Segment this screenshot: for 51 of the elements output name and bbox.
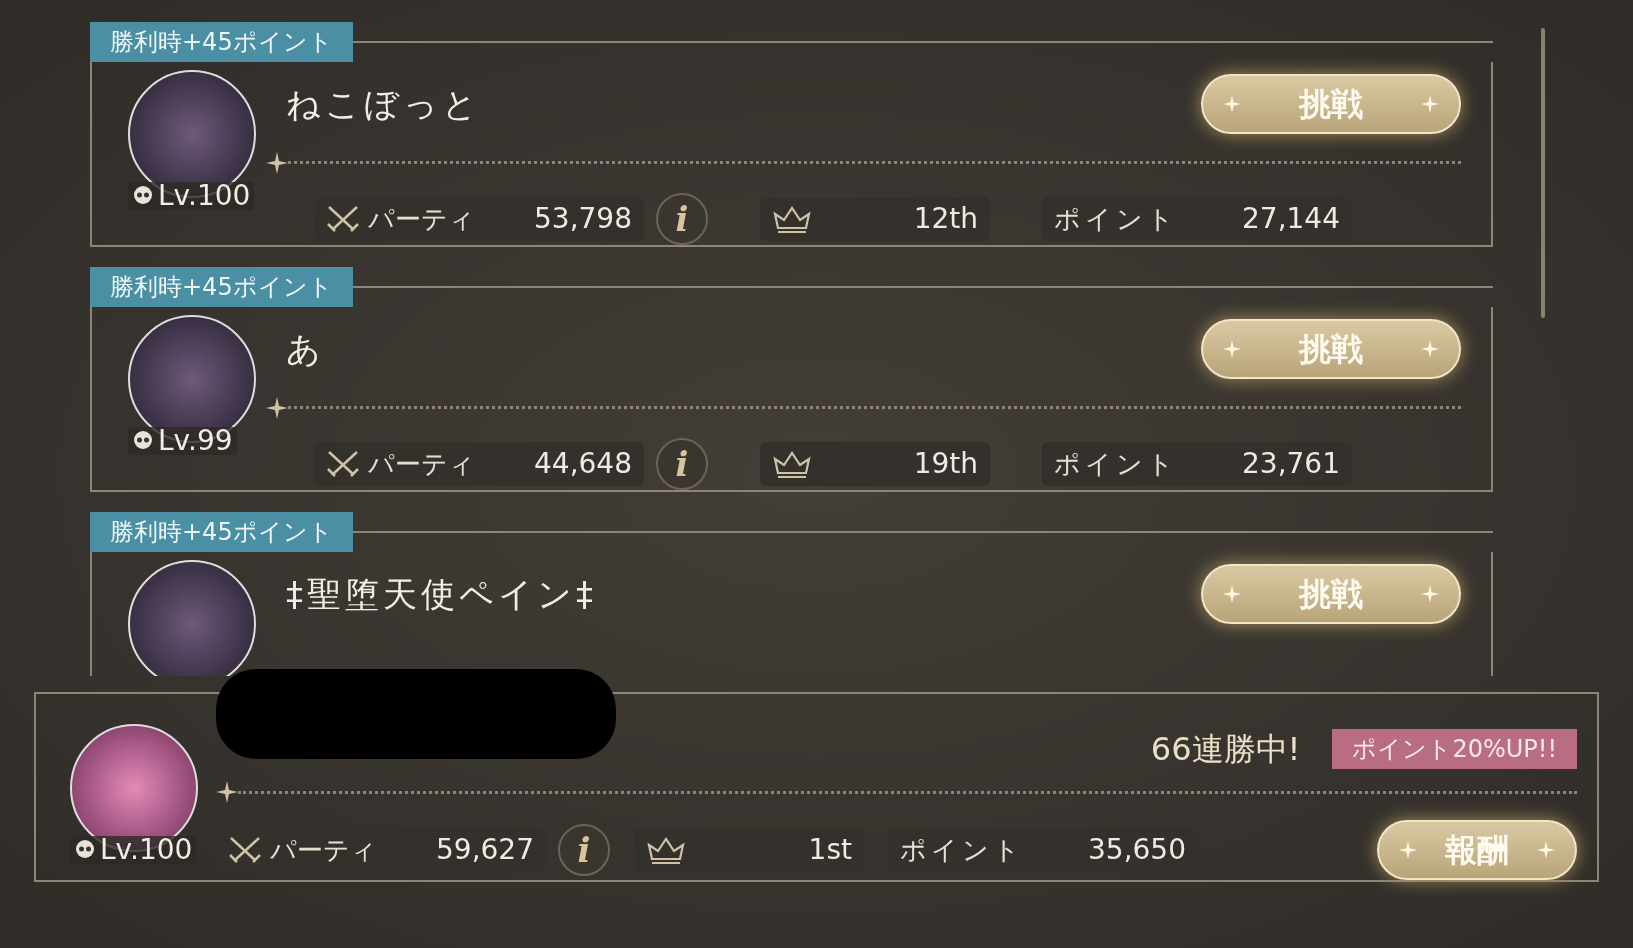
action-button[interactable]: 挑戦 [1201, 74, 1461, 134]
party-label: パーティ [368, 447, 475, 481]
sparkle-icon [1537, 841, 1555, 859]
party-power: 53,798 [534, 201, 632, 237]
player-name: ねこぼっと [286, 82, 481, 126]
skull-icon [74, 839, 96, 861]
scrollbar[interactable] [1541, 28, 1545, 318]
party-label: パーティ [368, 202, 475, 236]
sparkle-icon [1421, 340, 1439, 358]
sparkle-icon [266, 151, 288, 174]
points-label: ポイント [1054, 202, 1178, 236]
player-name: あ [286, 327, 325, 371]
sparkle-icon [216, 781, 238, 803]
skull-icon [132, 185, 154, 207]
skull-icon [132, 430, 154, 452]
party-power: 44,648 [534, 446, 632, 482]
crossed-swords-icon [228, 835, 262, 865]
level-text: Lv.99 [158, 427, 233, 455]
sparkle-icon [266, 396, 288, 419]
points-value: 27,144 [1242, 201, 1340, 237]
party-power: 59,627 [436, 832, 534, 868]
rank-value: 19th [913, 446, 978, 482]
bonus-badge: ポイント20%UP!! [1332, 729, 1577, 769]
rank-value: 1st [808, 832, 852, 868]
sparkle-icon [1223, 95, 1241, 113]
sparkle-icon [1399, 841, 1417, 859]
crossed-swords-icon [326, 204, 360, 234]
action-button[interactable]: 挑戦 [1201, 564, 1461, 624]
level-text: Lv.100 [100, 836, 193, 864]
player-name: ‡聖堕天使ペイン‡ [286, 572, 597, 616]
crown-icon [646, 835, 686, 865]
level-text: Lv.100 [158, 182, 251, 210]
win-streak: 66連勝中! [1150, 729, 1301, 770]
info-button[interactable]: i [656, 438, 708, 490]
crown-icon [772, 204, 812, 234]
party-label: パーティ [270, 833, 377, 867]
points-value: 35,650 [1088, 832, 1186, 868]
points-label: ポイント [900, 833, 1024, 867]
sparkle-icon [1421, 95, 1439, 113]
points-label: ポイント [1054, 447, 1178, 481]
sparkle-icon [1223, 585, 1241, 603]
sparkle-icon [1421, 585, 1439, 603]
rank-value: 12th [913, 201, 978, 237]
points-value: 23,761 [1242, 446, 1340, 482]
crown-icon [772, 449, 812, 479]
info-button[interactable]: i [558, 824, 610, 876]
action-button[interactable]: 挑戦 [1201, 319, 1461, 379]
action-button[interactable]: 報酬 [1377, 820, 1577, 880]
sparkle-icon [1223, 340, 1241, 358]
crossed-swords-icon [326, 449, 360, 479]
info-button[interactable]: i [656, 193, 708, 245]
